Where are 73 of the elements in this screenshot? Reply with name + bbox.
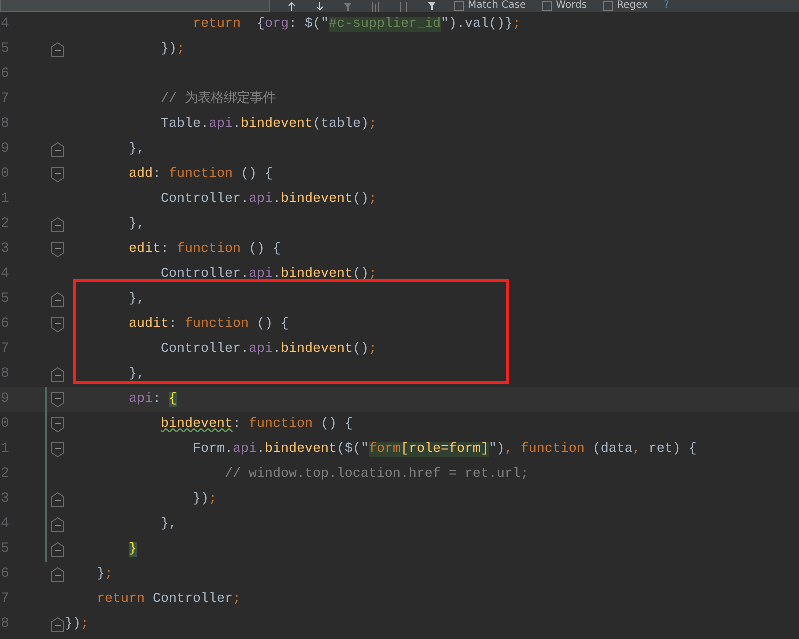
line-number: 7 <box>0 590 10 609</box>
option-checkbox[interactable]: Match Case <box>454 0 526 12</box>
code-line: Form.api.bindevent($("form[role=form]"), function (data, ret) { <box>192 440 697 458</box>
line-number: 6 <box>0 315 10 334</box>
code-line: // 为表格绑定事件 <box>160 90 276 108</box>
funnel-icon[interactable] <box>426 0 438 12</box>
fold-end-icon[interactable] <box>51 217 65 233</box>
fold-end-icon[interactable] <box>51 42 65 58</box>
code-line: return {org: $("#c-supplier_id").val()}; <box>192 16 521 34</box>
code-line: }; <box>96 566 113 584</box>
fold-end-icon[interactable] <box>51 492 65 508</box>
line-number: 2 <box>0 215 10 234</box>
filter-icon[interactable] <box>342 0 354 12</box>
search-field[interactable] <box>0 0 270 12</box>
fold-start-icon[interactable] <box>51 392 65 408</box>
fold-start-icon[interactable] <box>51 242 65 258</box>
line-number: 5 <box>0 40 10 59</box>
code-line: }); <box>160 40 185 58</box>
fold-end-icon[interactable] <box>51 142 65 158</box>
code-line: }, <box>128 366 145 384</box>
line-number: 6 <box>0 65 10 84</box>
code-line: }, <box>128 290 145 308</box>
up-arrow-icon[interactable] <box>286 0 298 12</box>
fold-end-icon[interactable] <box>51 567 65 583</box>
fold-start-icon[interactable] <box>51 317 65 333</box>
line-number: 3 <box>0 240 10 259</box>
line-number: 3 <box>0 490 10 509</box>
help-icon[interactable]: ? <box>664 0 670 12</box>
code-line: // window.top.location.href = ret.url; <box>224 466 529 484</box>
code-line: Table.api.bindevent(table); <box>160 116 377 134</box>
code-line: return Controller; <box>96 590 241 608</box>
code-line: api: { <box>128 390 177 408</box>
fold-end-icon[interactable] <box>51 617 65 633</box>
line-number: 8 <box>0 615 10 634</box>
line-number: 7 <box>0 340 10 359</box>
line-number: 9 <box>0 140 10 159</box>
code-line: bindevent: function () { <box>160 416 353 434</box>
option-checkbox[interactable]: Regex <box>603 0 648 12</box>
line-number: 0 <box>0 415 10 434</box>
line-number: 4 <box>0 265 10 284</box>
line-number: 7 <box>0 90 10 109</box>
down-arrow-icon[interactable] <box>314 0 326 12</box>
fold-start-icon[interactable] <box>51 442 65 458</box>
line-number: 2 <box>0 465 10 484</box>
code-line: }); <box>65 616 89 634</box>
line-number: 4 <box>0 15 10 34</box>
fold-end-icon[interactable] <box>51 542 65 558</box>
fold-start-icon[interactable] <box>51 417 65 433</box>
line-number: 8 <box>0 365 10 384</box>
fold-end-icon[interactable] <box>51 292 65 308</box>
line-number: 6 <box>0 565 10 584</box>
code-line: }, <box>160 516 177 534</box>
line-number: 1 <box>0 440 10 459</box>
line-number: 5 <box>0 540 10 559</box>
code-line: add: function () { <box>128 166 273 184</box>
code-line: }, <box>128 140 145 158</box>
fold-end-icon[interactable] <box>51 367 65 383</box>
code-line: }); <box>192 490 217 508</box>
line-number: 8 <box>0 115 10 134</box>
code-line: Controller.api.bindevent(); <box>160 190 377 208</box>
fold-start-icon[interactable] <box>51 167 65 183</box>
code-line: Controller.api.bindevent(); <box>160 340 377 358</box>
line-number: 1 <box>0 190 10 209</box>
code-line: audit: function () { <box>128 316 289 334</box>
column-icon[interactable] <box>398 0 410 12</box>
option-checkbox[interactable]: Words <box>542 0 588 12</box>
code-line: }, <box>128 216 145 234</box>
column-icon[interactable] <box>370 0 382 12</box>
line-number: 0 <box>0 165 10 184</box>
line-number: 5 <box>0 290 10 309</box>
code-line: edit: function () { <box>128 240 281 258</box>
fold-end-icon[interactable] <box>51 517 65 533</box>
line-number: 4 <box>0 515 10 534</box>
